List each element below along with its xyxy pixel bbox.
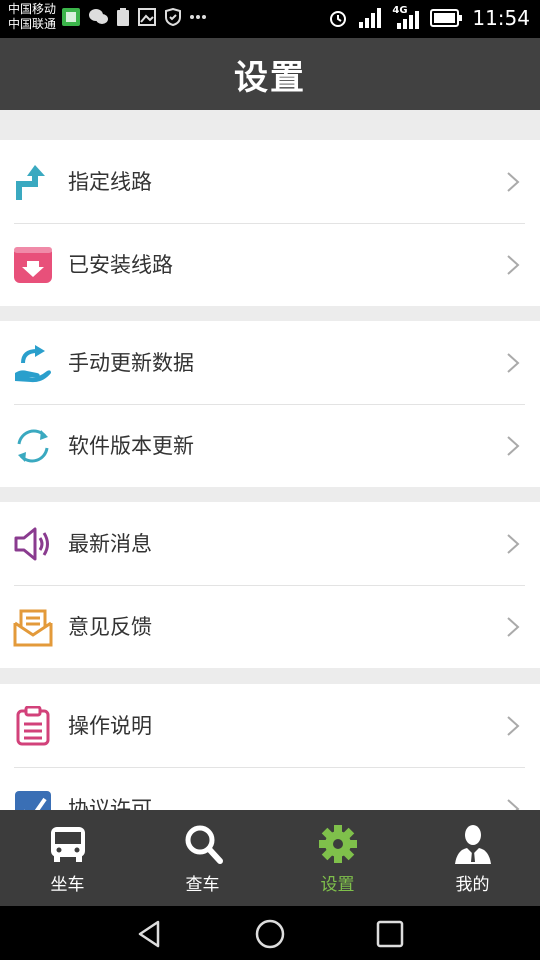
settings-item-feedback[interactable]: 意见反馈 — [0, 585, 540, 668]
chevron-right-icon — [507, 534, 520, 554]
route-arrow-icon — [16, 165, 45, 200]
settings-item-label: 已安装线路 — [68, 253, 173, 277]
settings-group-messages: 最新消息 意见反馈 — [0, 502, 540, 668]
settings-list[interactable]: 指定线路 已安装线路 手动更新数据 软件版本更新 最新消息 意见反馈 操作说明 … — [0, 110, 540, 810]
clock: 11:54 — [472, 6, 530, 30]
tab-search-bus[interactable]: 查车 — [135, 810, 270, 906]
settings-item-label: 协议许可 — [68, 797, 152, 810]
hand-refresh-icon — [15, 345, 51, 383]
tab-label: 我的 — [455, 875, 490, 895]
download-box-icon — [14, 247, 52, 283]
shield-check-icon — [165, 8, 181, 26]
more-icon — [190, 15, 206, 19]
system-nav-bar — [0, 906, 540, 960]
carrier-names: 中国移动 中国联通 — [8, 2, 56, 32]
carrier-1: 中国移动 — [8, 2, 57, 16]
search-icon — [185, 825, 223, 864]
chevron-right-icon — [507, 255, 520, 275]
back-icon[interactable] — [134, 918, 166, 950]
alarm-icon — [330, 11, 347, 27]
home-icon[interactable] — [254, 918, 286, 950]
app-notification-icon — [62, 8, 80, 26]
tab-settings[interactable]: 设置 — [270, 810, 405, 906]
chevron-right-icon — [507, 617, 520, 637]
app-header: 设置 — [0, 38, 540, 110]
settings-item-label: 最新消息 — [68, 532, 152, 556]
wechat-icon — [89, 9, 108, 24]
recent-apps-icon[interactable] — [374, 918, 406, 950]
notification-icons — [62, 8, 206, 26]
gear-icon — [319, 825, 357, 863]
tab-label: 坐车 — [50, 875, 85, 895]
signal-icon — [359, 8, 382, 28]
bottom-tab-bar: 坐车 查车 设置 我的 — [0, 810, 540, 906]
settings-item-manual-update[interactable]: 手动更新数据 — [0, 321, 540, 404]
chevron-right-icon — [507, 799, 520, 810]
chevron-right-icon — [507, 436, 520, 456]
system-status-icons: 4G 11:54 — [328, 5, 530, 30]
speaker-icon — [14, 527, 49, 561]
settings-group-help: 操作说明 协议许可 — [0, 684, 540, 810]
settings-group-routes: 指定线路 已安装线路 — [0, 140, 540, 306]
settings-item-instructions[interactable]: 操作说明 — [0, 684, 540, 767]
page-title: 设置 — [234, 57, 306, 98]
signal-4g: 4G — [392, 5, 420, 29]
settings-item-label: 意见反馈 — [68, 615, 152, 639]
chevron-right-icon — [507, 716, 520, 736]
settings-item-label: 手动更新数据 — [68, 351, 194, 375]
settings-item-specify-route[interactable]: 指定线路 — [0, 140, 540, 223]
chevron-right-icon — [507, 172, 520, 192]
settings-item-label: 软件版本更新 — [68, 434, 194, 458]
settings-item-license[interactable]: 协议许可 — [0, 767, 540, 810]
envelope-icon — [13, 609, 53, 647]
chevron-right-icon — [507, 353, 520, 373]
settings-group-updates: 手动更新数据 软件版本更新 — [0, 321, 540, 487]
settings-item-label: 指定线路 — [68, 170, 152, 194]
tab-label: 设置 — [320, 875, 355, 895]
clipboard-icon — [16, 706, 50, 746]
tab-profile[interactable]: 我的 — [405, 810, 540, 906]
settings-item-latest-news[interactable]: 最新消息 — [0, 502, 540, 585]
tab-label: 查车 — [185, 875, 220, 895]
battery-icon — [430, 9, 463, 27]
signal-4g-icon — [397, 11, 420, 29]
screen: 中国移动 中国联通 4G 11:54 设置 指定线路 已安装线路 手动更新数据 … — [0, 0, 540, 960]
status-bar: 中国移动 中国联通 4G 11:54 — [0, 0, 540, 38]
image-icon — [138, 8, 156, 26]
tab-ride[interactable]: 坐车 — [0, 810, 135, 906]
bus-icon — [51, 827, 85, 862]
settings-item-installed-routes[interactable]: 已安装线路 — [0, 223, 540, 306]
user-icon — [455, 825, 491, 864]
battery-saver-icon — [117, 8, 129, 26]
settings-item-label: 操作说明 — [68, 714, 152, 738]
carrier-2: 中国联通 — [8, 17, 57, 31]
settings-item-software-update[interactable]: 软件版本更新 — [0, 404, 540, 487]
checkbox-icon — [15, 791, 51, 810]
sync-icon — [17, 429, 49, 463]
